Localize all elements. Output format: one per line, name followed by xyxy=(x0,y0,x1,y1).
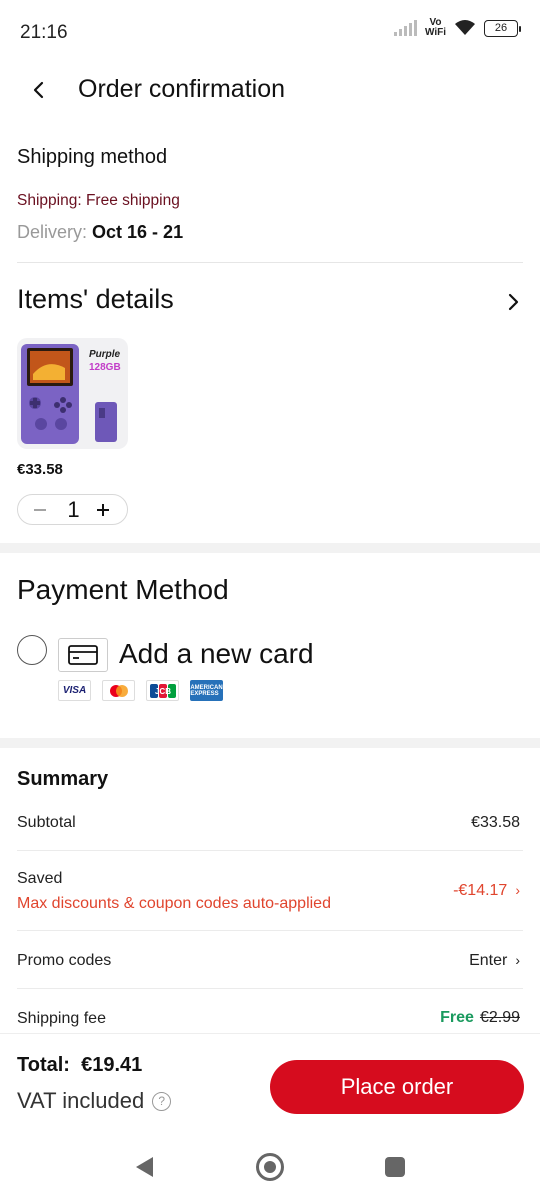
section-separator xyxy=(0,738,540,748)
total-label: Total: xyxy=(17,1054,70,1076)
card-brands: VISA JCB AMERICAN EXPRESS xyxy=(58,680,223,701)
visa-logo: VISA xyxy=(58,680,91,701)
shipping-fee-value: Free €2.99 xyxy=(440,1009,520,1027)
divider xyxy=(17,988,523,989)
section-separator xyxy=(0,543,540,553)
add-card-radio[interactable] xyxy=(17,635,47,665)
subtotal-label: Subtotal xyxy=(17,814,76,831)
amex-logo: AMERICAN EXPRESS xyxy=(190,680,223,701)
question-mark-icon[interactable]: ? xyxy=(152,1091,172,1111)
saved-note: Max discounts & coupon codes auto-applie… xyxy=(17,895,331,912)
shipping-fee-free: Free xyxy=(440,1009,474,1026)
saved-value: -€14.17 xyxy=(453,882,508,899)
system-nav-bar xyxy=(0,1133,540,1200)
shipping-method-title: Shipping method xyxy=(17,146,168,168)
divider xyxy=(17,930,523,931)
delivery-info: Delivery: Oct 16 - 21 xyxy=(17,222,183,243)
payment-method-title: Payment Method xyxy=(17,574,229,605)
status-icons: Vo WiFi 26 xyxy=(393,18,521,38)
chevron-right-icon: › xyxy=(515,952,520,968)
quantity-value[interactable]: 1 xyxy=(18,497,129,523)
vat-info: VAT included ? xyxy=(17,1088,172,1114)
total: Total: €19.41 xyxy=(17,1054,142,1077)
page-title: Order confirmation xyxy=(78,75,286,103)
plus-icon[interactable] xyxy=(95,501,111,519)
shipping-info: Shipping: Free shipping xyxy=(17,192,180,209)
items-details-title[interactable]: Items' details xyxy=(17,284,174,315)
product-badge-storage: 128GB xyxy=(89,362,121,373)
vowifi-bottom: WiFi xyxy=(424,27,446,38)
status-time: 21:16 xyxy=(20,22,68,43)
shipping-fee-original: €2.99 xyxy=(479,1009,520,1026)
promo-enter-label: Enter xyxy=(469,952,508,969)
add-new-card-label[interactable]: Add a new card xyxy=(119,638,314,670)
promo-codes-enter[interactable]: Enter › xyxy=(469,952,520,970)
wifi-icon xyxy=(455,20,475,35)
product-price: €33.58 xyxy=(17,461,63,478)
battery-level: 26 xyxy=(494,22,508,34)
battery-icon: 26 xyxy=(484,19,521,37)
total-value: €19.41 xyxy=(81,1054,143,1076)
nav-back-icon[interactable] xyxy=(133,1155,155,1179)
delivery-dates: Oct 16 - 21 xyxy=(92,222,184,242)
vat-label: VAT included xyxy=(17,1088,145,1113)
subtotal-value: €33.58 xyxy=(471,814,520,831)
mastercard-logo xyxy=(102,680,135,701)
divider xyxy=(17,850,523,851)
chevron-right-icon[interactable] xyxy=(506,290,522,314)
saved-label: Saved xyxy=(17,870,63,887)
nav-recents-icon[interactable] xyxy=(385,1157,405,1177)
nav-home-icon[interactable] xyxy=(256,1153,284,1181)
divider xyxy=(17,262,523,263)
checkout-footer: Total: €19.41 VAT included ? Place order xyxy=(0,1033,540,1133)
chevron-right-icon: › xyxy=(515,882,520,898)
shipping-fee-label: Shipping fee xyxy=(17,1010,106,1027)
product-image[interactable]: Purple 128GB xyxy=(17,338,128,449)
jcb-text: JCB xyxy=(154,687,170,696)
vowifi-icon: Vo WiFi xyxy=(425,18,446,38)
credit-card-icon xyxy=(58,638,108,672)
back-arrow-icon[interactable] xyxy=(28,76,52,104)
place-order-button[interactable]: Place order xyxy=(270,1060,524,1114)
header: Order confirmation xyxy=(0,66,540,116)
delivery-label: Delivery: xyxy=(17,222,88,242)
product-badge-color: Purple xyxy=(89,349,121,360)
jcb-logo: JCB xyxy=(146,680,179,701)
promo-codes-label: Promo codes xyxy=(17,952,112,969)
summary-title: Summary xyxy=(17,768,109,790)
saved-row-value[interactable]: -€14.17 › xyxy=(453,882,520,900)
signal-icon xyxy=(393,20,417,36)
status-bar: 21:16 Vo WiFi 26 xyxy=(0,0,540,64)
quantity-stepper: 1 xyxy=(17,494,128,525)
